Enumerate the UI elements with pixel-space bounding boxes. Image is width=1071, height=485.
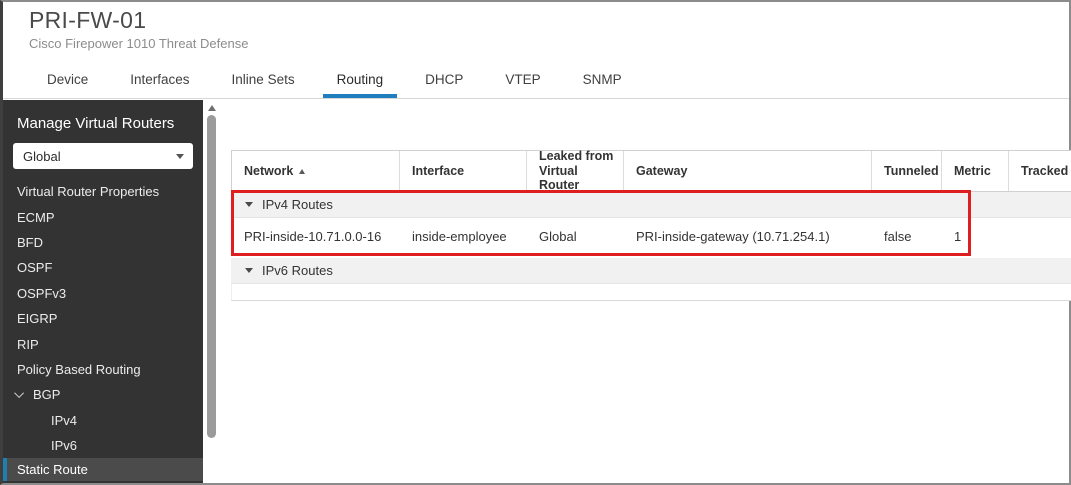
- routing-sidebar: Manage Virtual Routers Global Virtual Ro…: [3, 100, 203, 483]
- sidebar-item-rip[interactable]: RIP: [3, 331, 203, 356]
- sidebar-item-ospfv3[interactable]: OSPFv3: [3, 281, 203, 306]
- group-label-ipv6: IPv6 Routes: [262, 263, 333, 278]
- device-tabbar: Device Interfaces Inline Sets Routing DH…: [33, 64, 650, 98]
- device-header: PRI-FW-01 Cisco Firepower 1010 Threat De…: [3, 2, 1069, 99]
- column-header-network[interactable]: Network: [232, 151, 400, 191]
- tab-inline-sets[interactable]: Inline Sets: [218, 64, 309, 98]
- sidebar-item-static-route[interactable]: Static Route: [3, 458, 203, 482]
- tab-device[interactable]: Device: [33, 64, 102, 98]
- routing-nav: Virtual Router Properties ECMP BFD OSPF …: [3, 179, 203, 458]
- scrollbar-up-button[interactable]: [203, 101, 220, 115]
- sidebar-item-bgp-ipv6[interactable]: IPv6: [3, 433, 203, 458]
- cell-gateway: PRI-inside-gateway (10.71.254.1): [636, 228, 830, 244]
- sidebar-item-policy-based-routing[interactable]: Policy Based Routing: [3, 357, 203, 382]
- fmc-device-routing-page: { "header": { "device_name": "PRI-FW-01"…: [0, 0, 1071, 485]
- page-title: PRI-FW-01: [29, 7, 147, 33]
- column-header-tracked[interactable]: Tracked: [1009, 151, 1071, 191]
- sort-asc-icon: [299, 168, 306, 174]
- cell-interface: inside-employee: [412, 228, 507, 244]
- device-model-subtitle: Cisco Firepower 1010 Threat Defense: [29, 36, 249, 51]
- tab-dhcp[interactable]: DHCP: [411, 64, 477, 98]
- cell-metric: 1: [954, 228, 962, 244]
- sidebar-item-bfd[interactable]: BFD: [3, 230, 203, 255]
- routes-table: Network Interface Leaked from Virtual Ro…: [231, 149, 1071, 301]
- chevron-down-icon: [14, 388, 25, 399]
- cell-leaked-from: Global: [539, 228, 577, 244]
- group-row-ipv4-routes[interactable]: IPv4 Routes: [231, 192, 1071, 218]
- empty-table-row: [231, 284, 1071, 301]
- scrollbar-thumb[interactable]: [207, 115, 216, 438]
- sidebar-item-virtual-router-properties[interactable]: Virtual Router Properties: [3, 179, 203, 204]
- virtual-router-select-value: Global: [23, 148, 61, 164]
- cell-tunneled: false: [884, 228, 912, 244]
- cell-network: PRI-inside-10.71.0.0-16: [244, 228, 382, 244]
- column-header-interface[interactable]: Interface: [400, 151, 527, 191]
- collapse-triangle-icon: [245, 202, 253, 207]
- sidebar-item-eigrp[interactable]: EIGRP: [3, 306, 203, 331]
- tab-snmp[interactable]: SNMP: [569, 64, 636, 98]
- sidebar-item-bgp[interactable]: BGP: [3, 382, 203, 407]
- sidebar-heading: Manage Virtual Routers: [17, 115, 175, 132]
- virtual-router-select[interactable]: Global: [13, 143, 193, 169]
- tab-interfaces[interactable]: Interfaces: [116, 64, 203, 98]
- static-route-content: Network Interface Leaked from Virtual Ro…: [220, 100, 1071, 483]
- column-header-leaked-from-virtual-router[interactable]: Leaked from Virtual Router: [527, 149, 624, 192]
- tab-routing[interactable]: Routing: [322, 64, 398, 98]
- collapse-triangle-icon: [245, 268, 253, 273]
- column-header-metric[interactable]: Metric: [942, 151, 1009, 191]
- sidebar-item-ecmp[interactable]: ECMP: [3, 204, 203, 229]
- column-header-gateway[interactable]: Gateway: [624, 151, 872, 191]
- caret-down-icon: [176, 154, 184, 159]
- sidebar-item-bgp-label: BGP: [33, 387, 61, 403]
- column-header-tunneled[interactable]: Tunneled: [872, 151, 942, 191]
- sidebar-scrollbar: [203, 100, 220, 483]
- group-label-ipv4: IPv4 Routes: [262, 197, 333, 212]
- route-row-pri-inside[interactable]: PRI-inside-10.71.0.0-16 inside-employee …: [231, 218, 1071, 254]
- sidebar-item-ospf[interactable]: OSPF: [3, 255, 203, 280]
- group-row-ipv6-routes[interactable]: IPv6 Routes: [231, 258, 1071, 284]
- tab-vtep[interactable]: VTEP: [491, 64, 554, 98]
- sidebar-item-bgp-ipv4[interactable]: IPv4: [3, 408, 203, 433]
- routes-table-header: Network Interface Leaked from Virtual Ro…: [231, 149, 1071, 192]
- arrow-up-icon: [207, 105, 216, 111]
